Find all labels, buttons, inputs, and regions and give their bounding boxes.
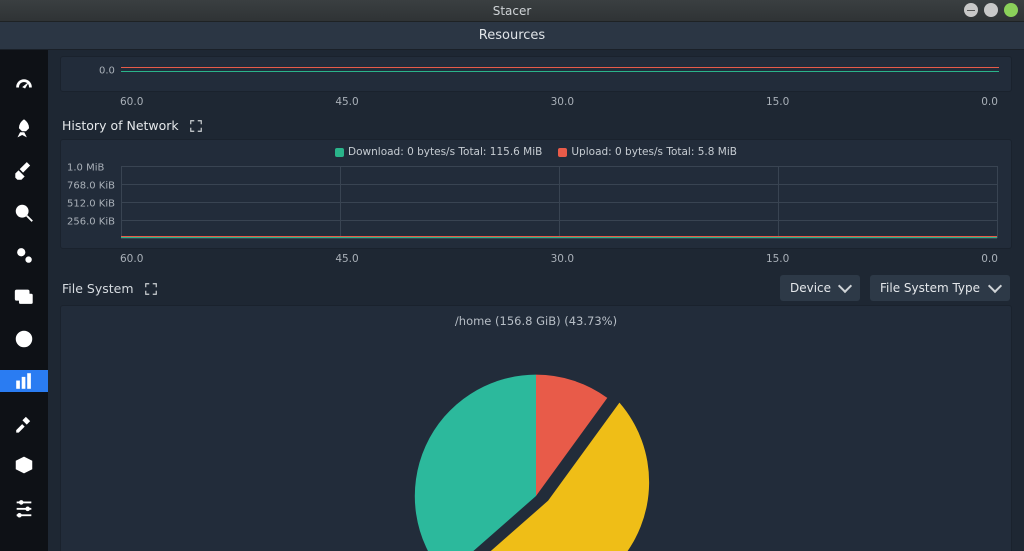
legend-upload-label: Upload: 0 bytes/s Total: 5.8 MiB bbox=[571, 146, 737, 158]
window-title: Stacer bbox=[493, 4, 532, 18]
x-tick: 0.0 bbox=[981, 253, 998, 265]
x-tick: 0.0 bbox=[981, 96, 998, 108]
sidebar-item-packages[interactable] bbox=[0, 454, 48, 476]
x-tick: 15.0 bbox=[766, 96, 789, 108]
pie-slice-home bbox=[415, 375, 536, 551]
cpu-chart-line-green bbox=[121, 71, 999, 72]
sidebar-item-uninstaller[interactable] bbox=[0, 328, 48, 350]
legend-upload: Upload: 0 bytes/s Total: 5.8 MiB bbox=[558, 146, 737, 158]
page-title: Resources bbox=[479, 28, 545, 43]
legend-chip-red bbox=[558, 148, 567, 157]
window-controls bbox=[964, 3, 1018, 17]
sliders-icon bbox=[13, 496, 35, 518]
broom-icon bbox=[13, 160, 35, 182]
cpu-history-chart: 0.0 bbox=[60, 56, 1012, 92]
rocket-icon bbox=[13, 118, 35, 140]
sidebar-item-search[interactable] bbox=[0, 202, 48, 224]
x-tick: 15.0 bbox=[766, 253, 789, 265]
x-tick: 45.0 bbox=[335, 253, 358, 265]
page-header: Resources bbox=[0, 22, 1024, 50]
sidebar-item-tools[interactable] bbox=[0, 412, 48, 434]
y-tick: 1.0 MiB bbox=[67, 163, 104, 174]
window-titlebar: Stacer bbox=[0, 0, 1024, 22]
network-history-chart: Download: 0 bytes/s Total: 115.6 MiB Upl… bbox=[60, 139, 1012, 249]
expand-network-button[interactable] bbox=[189, 119, 203, 133]
y-tick: 768.0 KiB bbox=[67, 181, 115, 192]
sidebar-item-settings[interactable] bbox=[0, 496, 48, 518]
windows-icon bbox=[13, 286, 35, 308]
filesystem-section-title: File System bbox=[62, 281, 134, 296]
expand-icon bbox=[189, 119, 203, 133]
legend-download-label: Download: 0 bytes/s Total: 115.6 MiB bbox=[348, 146, 542, 158]
sidebar-item-resources[interactable] bbox=[0, 370, 48, 392]
filesystem-pie-caption: /home (156.8 GiB) (43.73%) bbox=[61, 306, 1011, 328]
search-icon bbox=[13, 202, 35, 224]
legend-download: Download: 0 bytes/s Total: 115.6 MiB bbox=[335, 146, 542, 158]
legend-chip-green bbox=[335, 148, 344, 157]
y-tick: 512.0 KiB bbox=[67, 199, 115, 210]
filesystem-pie-panel: /home (156.8 GiB) (43.73%) bbox=[60, 305, 1012, 551]
content-area: 0.0 60.0 45.0 30.0 15.0 0.0 History of N… bbox=[48, 50, 1024, 551]
window-close-button[interactable] bbox=[1004, 3, 1018, 17]
expand-filesystem-button[interactable] bbox=[144, 281, 158, 295]
filesystem-pie-chart bbox=[396, 356, 676, 551]
sidebar-item-dashboard[interactable] bbox=[0, 76, 48, 98]
y-tick: 256.0 KiB bbox=[67, 217, 115, 228]
network-chart-grid bbox=[121, 166, 997, 238]
gauge-icon bbox=[13, 76, 35, 98]
x-tick: 30.0 bbox=[551, 253, 574, 265]
sidebar-item-services[interactable] bbox=[0, 244, 48, 266]
sidebar-item-startup[interactable] bbox=[0, 118, 48, 140]
x-tick: 60.0 bbox=[120, 96, 143, 108]
disc-icon bbox=[13, 328, 35, 350]
filesystem-type-dropdown[interactable]: File System Type bbox=[870, 275, 1010, 301]
network-download-line bbox=[121, 237, 997, 238]
cpu-chart-x-axis: 60.0 45.0 30.0 15.0 0.0 bbox=[60, 92, 1012, 108]
tools-icon bbox=[13, 412, 35, 434]
network-section-title: History of Network bbox=[62, 118, 179, 133]
cpu-chart-ylabel: 0.0 bbox=[99, 66, 115, 77]
x-tick: 30.0 bbox=[551, 96, 574, 108]
network-chart-legend: Download: 0 bytes/s Total: 115.6 MiB Upl… bbox=[61, 146, 1011, 158]
bar-chart-icon bbox=[13, 370, 35, 392]
gears-icon bbox=[13, 244, 35, 266]
box-icon bbox=[13, 454, 35, 476]
window-maximize-button[interactable] bbox=[984, 3, 998, 17]
x-tick: 60.0 bbox=[120, 253, 143, 265]
window-minimize-button[interactable] bbox=[964, 3, 978, 17]
cpu-chart-line-red bbox=[121, 67, 999, 68]
sidebar-item-processes[interactable] bbox=[0, 286, 48, 308]
device-dropdown-label: Device bbox=[790, 281, 831, 295]
expand-icon bbox=[144, 282, 158, 296]
filesystem-type-dropdown-label: File System Type bbox=[880, 281, 980, 295]
network-chart-x-axis: 60.0 45.0 30.0 15.0 0.0 bbox=[60, 249, 1012, 265]
device-dropdown[interactable]: Device bbox=[780, 275, 860, 301]
x-tick: 45.0 bbox=[335, 96, 358, 108]
sidebar bbox=[0, 50, 48, 551]
sidebar-item-cleaner[interactable] bbox=[0, 160, 48, 182]
